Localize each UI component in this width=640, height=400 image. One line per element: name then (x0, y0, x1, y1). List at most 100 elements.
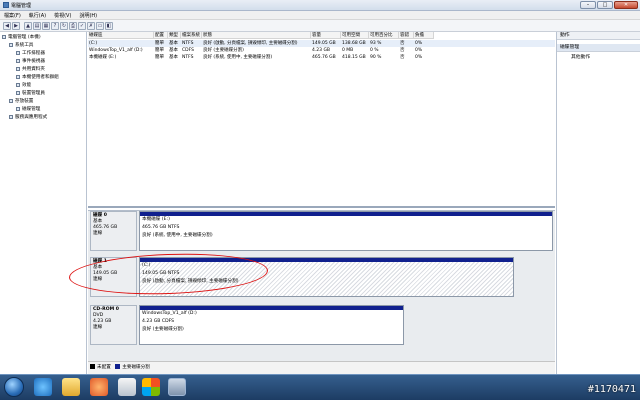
tree-item-label: 工作排程器 (22, 51, 45, 56)
partition-label: WindowsTop_V1_alf (D:) (142, 311, 197, 316)
table-cell: 否 (400, 48, 405, 53)
table-row[interactable]: 本機磁碟 (E:) 簡單 基本 NTFS 良好 (系統, 使用中, 主要磁碟分割) 465… (88, 54, 555, 61)
disk-label[interactable]: 磁碟 0 基本 465.76 GB 連線 (90, 211, 137, 251)
title-bar: 電腦管理 – □ ✕ (0, 0, 640, 11)
start-button-icon[interactable] (4, 377, 24, 397)
menu-action[interactable]: 執行(A) (25, 11, 50, 20)
disk-label[interactable]: CD-ROM 0 DVD 4.23 GB 連線 (90, 305, 137, 345)
more-actions-item[interactable]: 其他動作 (557, 54, 640, 62)
column-header[interactable]: 檔案系統 (181, 32, 202, 39)
table-cell: 簡單 (155, 55, 164, 60)
window-title: 電腦管理 (11, 3, 32, 9)
table-cell: 0 MB (342, 48, 354, 53)
tree-item[interactable]: 磁碟管理 (0, 106, 40, 113)
export-icon[interactable]: ⎙ (69, 22, 77, 30)
menu-view[interactable]: 檢視(V) (50, 11, 75, 20)
delete-icon[interactable]: ✗ (87, 22, 95, 30)
disk-status: 連線 (93, 231, 103, 236)
tree-item[interactable]: 系統工具 (0, 42, 33, 49)
table-cell: NTFS (182, 41, 194, 46)
tree-item[interactable]: 工作排程器 (0, 50, 45, 57)
column-header[interactable]: 容錯 (399, 32, 414, 39)
refresh-icon[interactable]: ↻ (60, 22, 68, 30)
actions-section-disk-management[interactable]: 磁碟管理 (557, 44, 640, 52)
menu-file[interactable]: 檔案(F) (0, 11, 25, 20)
table-row[interactable]: (C:) 簡單 基本 NTFS 良好 (啟動, 分頁檔案, 損毀傾印, 主要磁碟分割) 1… (88, 40, 555, 47)
notepad-icon[interactable] (118, 378, 136, 396)
legend-swatch-primary (115, 364, 121, 369)
legend-swatch-unallocated (90, 364, 95, 369)
table-cell: 基本 (169, 48, 178, 53)
menu-bar: 檔案(F) 執行(A) 檢視(V) 說明(H) (0, 11, 640, 20)
table-cell: CDFS (182, 48, 194, 53)
tree-node-icon (9, 98, 13, 103)
tree-item[interactable]: 共用資料夾 (0, 66, 45, 73)
show-tree-icon[interactable]: ▤ (33, 22, 41, 30)
tree-node-icon (16, 50, 20, 55)
column-header[interactable]: 容量 (311, 32, 341, 39)
up-folder-icon[interactable]: ▲ (24, 22, 32, 30)
maximize-button[interactable]: □ (597, 1, 613, 9)
column-header[interactable]: 狀態 (202, 32, 311, 39)
partition-block[interactable]: 本機磁碟 (E:) 465.76 GB NTFS 良好 (系統, 使用中, 主要磁碟… (139, 211, 553, 251)
tree-node-icon (16, 106, 20, 111)
table-cell: 0% (415, 48, 423, 53)
tree-item[interactable]: 電腦管理 (本機) (0, 34, 41, 41)
column-header[interactable]: 可用百分比 (369, 32, 399, 39)
column-header[interactable]: 配置 (154, 32, 168, 39)
partition-block[interactable]: WindowsTop_V1_alf (D:) 4.23 GB CDFS 良好 (主要… (139, 305, 404, 345)
tree-item-label: 磁碟管理 (22, 107, 41, 112)
table-cell: 4.23 GB (312, 48, 331, 53)
actions-header: 動作 (557, 32, 640, 40)
internet-explorer-icon[interactable] (34, 378, 52, 396)
file-explorer-icon[interactable] (62, 378, 80, 396)
new-window-icon[interactable]: ◧ (105, 22, 113, 30)
media-player-icon[interactable] (90, 378, 108, 396)
table-row[interactable]: WindowsTop_V1_alf (D:) 簡單 基本 CDFS 良好 (主要磁碟分割… (88, 47, 555, 54)
table-cell: 良好 (啟動, 分頁檔案, 損毀傾印, 主要磁碟分割) (203, 41, 298, 46)
back-icon[interactable]: ◀ (3, 22, 11, 30)
table-cell: 0% (415, 41, 423, 46)
table-cell: 418.15 GB (342, 55, 366, 60)
table-cell: WindowsTop_V1_alf (D:) (89, 48, 143, 53)
properties-icon[interactable]: ▦ (42, 22, 50, 30)
column-header[interactable]: 負擔 (414, 32, 434, 39)
open-icon[interactable]: ▭ (96, 22, 104, 30)
partition-label: 本機磁碟 (E:) (142, 217, 170, 222)
disk-status: 連線 (93, 325, 103, 330)
navigation-tree: 電腦管理 (本機) 系統工具工作排程器事件檢視器 共用資料夾本機使用者和群組效能 裝置… (0, 32, 87, 374)
legend: 未配置 主要磁碟分割 (88, 361, 555, 374)
table-cell: 138.68 GB (342, 41, 366, 46)
column-header[interactable]: 磁碟區 (88, 32, 154, 39)
computer-management-taskbar-icon[interactable] (168, 378, 186, 396)
windows-app-icon[interactable] (142, 378, 160, 396)
table-cell: 465.76 GB (312, 55, 336, 60)
table-cell: 0% (415, 55, 423, 60)
close-button[interactable]: ✕ (614, 1, 638, 9)
watermark-text: #1170471 (587, 384, 636, 395)
tree-node-icon (16, 58, 20, 63)
tree-item[interactable]: 本機使用者和群組 (0, 74, 59, 81)
tree-node-icon (9, 114, 13, 119)
check-icon[interactable]: ✓ (78, 22, 86, 30)
column-header[interactable]: 類型 (168, 32, 181, 39)
toolbar: ◀ ▶ ▲ ▤ ▦ ? ↻ ⎙ ✓ ✗ ▭ ◧ (0, 20, 640, 32)
disk-row: 磁碟 0 基本 465.76 GB 連線 本機磁碟 (E:) 465.76 GB NTFS… (90, 211, 553, 251)
tree-node-icon (16, 74, 20, 79)
minimize-button[interactable]: – (580, 1, 596, 9)
forward-icon[interactable]: ▶ (12, 22, 20, 30)
help-icon[interactable]: ? (51, 22, 59, 30)
legend-label-unallocated: 未配置 (97, 365, 111, 370)
actions-pane: 動作 磁碟管理 其他動作 (556, 32, 640, 374)
tree-item[interactable]: 裝置管理員 (0, 90, 45, 97)
tree-item[interactable]: 存放裝置 (0, 98, 33, 105)
tree-item-label: 電腦管理 (本機) (8, 35, 41, 40)
menu-help[interactable]: 說明(H) (75, 11, 101, 20)
partition-size: 465.76 GB NTFS (142, 225, 180, 230)
tree-item[interactable]: 服務與應用程式 (0, 114, 47, 121)
tree-node-icon (16, 82, 20, 87)
tree-item[interactable]: 事件檢視器 (0, 58, 45, 65)
column-header[interactable]: 可用空間 (341, 32, 369, 39)
tree-item-label: 本機使用者和群組 (22, 75, 59, 80)
tree-item[interactable]: 效能 (0, 82, 31, 89)
